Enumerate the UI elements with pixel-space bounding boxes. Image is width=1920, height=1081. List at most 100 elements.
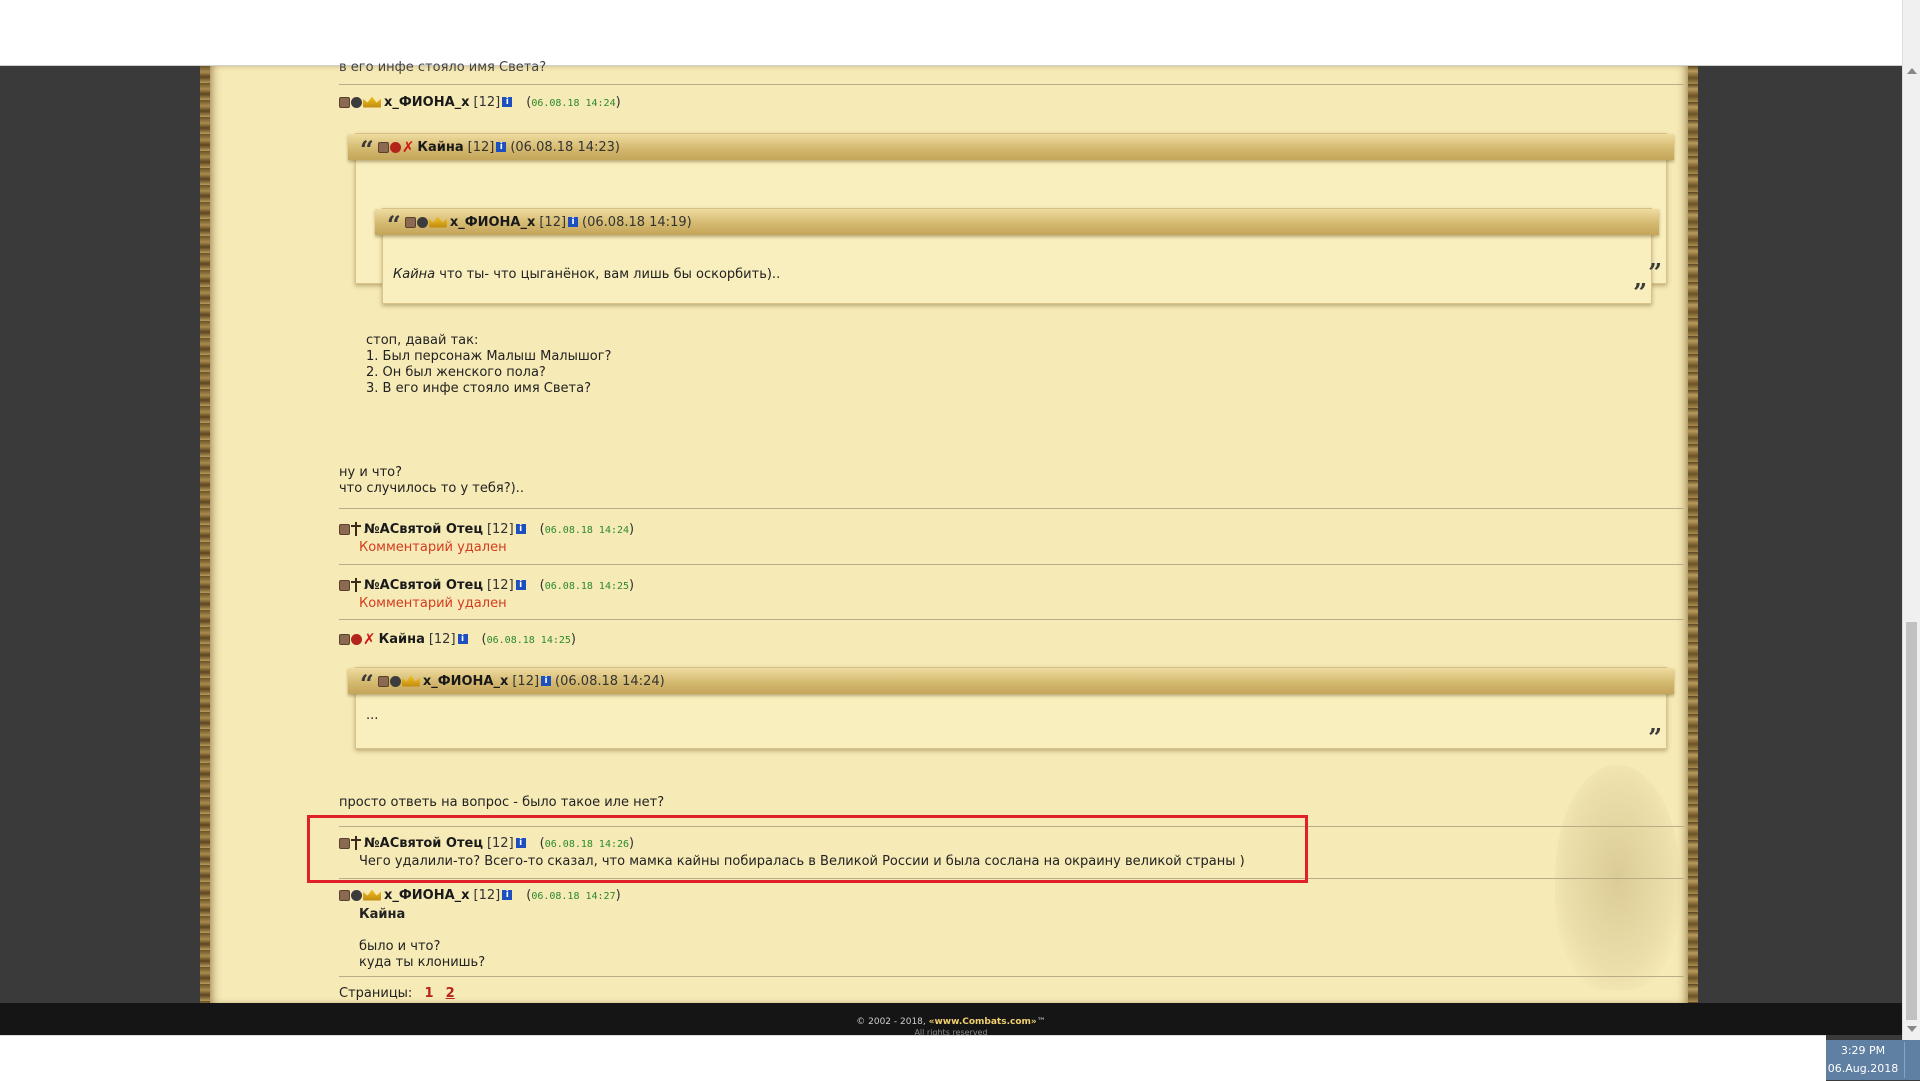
post-divider [339, 619, 1684, 620]
user-level: [12] [428, 631, 456, 647]
user-level: [12] [473, 94, 501, 110]
alignment-icon[interactable] [339, 96, 350, 108]
cross-icon [351, 522, 361, 536]
clan-emblem-icon[interactable] [351, 633, 362, 645]
cross-icon [351, 578, 361, 592]
alignment-icon[interactable] [339, 523, 350, 535]
post-header: ✗ Кайна [12] i (06.08.18 14:25) [339, 630, 576, 648]
show-desktop-button[interactable] [1904, 1042, 1917, 1078]
quote-open-icon: “ [360, 669, 374, 698]
post-date-wrap: (06.08.18 14:27) [526, 887, 621, 903]
vertical-scrollbar[interactable] [1902, 0, 1920, 1040]
quote-header: “ x_ФИОНА_x [12] i (06.08.18 14:24) [348, 668, 1674, 698]
user-nick[interactable]: x_ФИОНА_x [384, 888, 470, 903]
quote-block: “ x_ФИОНА_x [12] i (06.08.18 14:24) ... … [348, 667, 1674, 752]
alignment-icon[interactable] [377, 141, 389, 153]
post-date-wrap: (06.08.18 14:24) [539, 521, 635, 537]
clan-emblem-icon[interactable] [389, 141, 401, 153]
parchment-right-edge [1688, 66, 1698, 1003]
quote-close-icon: ” [1633, 278, 1647, 307]
red-x-icon: ✗ [401, 137, 415, 156]
quote-header: “ ✗ Кайна [12] i (06.08.18 14:23) [348, 134, 1674, 164]
alignment-icon[interactable] [339, 633, 350, 645]
crown-icon [401, 675, 420, 687]
quote-nick[interactable]: x_ФИОНА_x [423, 674, 509, 689]
info-icon[interactable]: i [496, 142, 507, 152]
clan-emblem-icon[interactable] [351, 96, 362, 108]
info-icon[interactable]: i [457, 634, 468, 644]
post-date: 06.08.18 14:25 [486, 634, 571, 646]
nested-quote-text: Кайна что ты- что цыганёнок, вам лишь бы… [393, 267, 780, 283]
copyright-suffix: ™ [1036, 1017, 1046, 1027]
alignment-icon[interactable] [377, 675, 389, 687]
post-header: x_ФИОНА_x [12] i (06.08.18 14:27) [339, 886, 621, 904]
quote-text: ... [366, 708, 379, 723]
clan-emblem-icon[interactable] [416, 216, 428, 228]
post-divider [339, 508, 1684, 509]
user-nick[interactable]: №AСвятой Отец [364, 522, 483, 537]
quote-close-icon: ” [1648, 258, 1662, 287]
addressee-name: Кайна [393, 267, 436, 282]
page-link-2[interactable]: 2 [446, 986, 455, 1001]
scroll-up-icon[interactable] [1907, 68, 1917, 74]
pagination-label: Страницы: [339, 986, 413, 1001]
addressee-name[interactable]: Кайна [359, 907, 405, 923]
page-footer: © 2002 - 2018, «www.Combats.com»™ All ri… [0, 1003, 1902, 1037]
clan-emblem-icon[interactable] [351, 889, 362, 901]
info-icon[interactable]: i [515, 524, 526, 534]
user-level: [12] [486, 521, 514, 537]
pagination: Страницы: 1 2 [339, 986, 455, 1001]
user-nick[interactable]: Кайна [379, 632, 425, 647]
user-icons: ✗ [339, 629, 377, 648]
info-icon[interactable]: i [541, 676, 552, 686]
post-text: ну и что? что случилось то у тебя?).. [339, 465, 524, 496]
crown-icon [363, 96, 381, 108]
quote-level: [12] [512, 673, 540, 689]
deleted-comment: Комментарий удален [359, 596, 507, 611]
left-background [0, 66, 205, 1003]
clan-emblem-icon[interactable] [389, 675, 401, 687]
quote-open-icon: “ [360, 135, 374, 164]
quote-date: (06.08.18 14:24) [555, 673, 665, 689]
user-icons [377, 675, 421, 687]
post-date: 06.08.18 14:24 [531, 97, 616, 109]
quote-date: (06.08.18 14:23) [510, 139, 620, 155]
highlight-box [307, 815, 1308, 883]
user-nick[interactable]: x_ФИОНА_x [384, 95, 470, 110]
user-icons [339, 522, 362, 536]
info-icon[interactable]: i [515, 580, 526, 590]
nested-quote-body: что ты- что цыганёнок, вам лишь бы оскор… [435, 267, 781, 282]
right-background [1693, 66, 1902, 1003]
post-date: 06.08.18 14:25 [544, 580, 630, 592]
alignment-icon[interactable] [404, 216, 416, 228]
quote-nick[interactable]: x_ФИОНА_x [450, 215, 536, 230]
quote-text: стоп, давай так: 1. Был персонаж Малыш М… [366, 333, 612, 396]
page-link-1[interactable]: 1 [424, 986, 433, 1001]
info-icon[interactable]: i [568, 217, 579, 227]
post-date-wrap: (06.08.18 14:24) [526, 94, 621, 110]
nested-quote-header: “ x_ФИОНА_x [12] i (06.08.18 14:19) [375, 209, 1659, 239]
post-divider [339, 84, 1684, 85]
user-icons [404, 216, 448, 228]
alignment-icon[interactable] [339, 579, 350, 591]
site-link[interactable]: «www.Combats.com» [929, 1017, 1037, 1027]
red-x-icon: ✗ [363, 629, 376, 648]
post-date: 06.08.18 14:24 [544, 524, 630, 536]
user-icons [339, 578, 362, 592]
crown-icon [428, 216, 447, 228]
post-text: просто ответь на вопрос - было такое иле… [339, 795, 665, 810]
post-date-wrap: (06.08.18 14:25) [539, 577, 635, 593]
taskbar-clock[interactable]: 3:29 PM 06.Aug.2018 [1826, 1040, 1920, 1080]
alignment-icon[interactable] [339, 889, 350, 901]
quote-open-icon: “ [387, 210, 401, 239]
cut-off-text: в его инфе стояло имя Света? [339, 60, 547, 75]
post-header: x_ФИОНА_x [12] i (06.08.18 14:24) [339, 93, 621, 111]
info-icon[interactable]: i [502, 97, 513, 107]
user-nick[interactable]: №AСвятой Отец [364, 578, 483, 593]
scroll-thumb[interactable] [1906, 622, 1917, 1020]
scroll-down-icon[interactable] [1907, 1026, 1917, 1032]
info-icon[interactable]: i [502, 890, 513, 900]
post-date: 06.08.18 14:27 [531, 890, 616, 902]
quote-nick[interactable]: Кайна [417, 140, 463, 155]
quote-close-icon: ” [1648, 723, 1662, 752]
